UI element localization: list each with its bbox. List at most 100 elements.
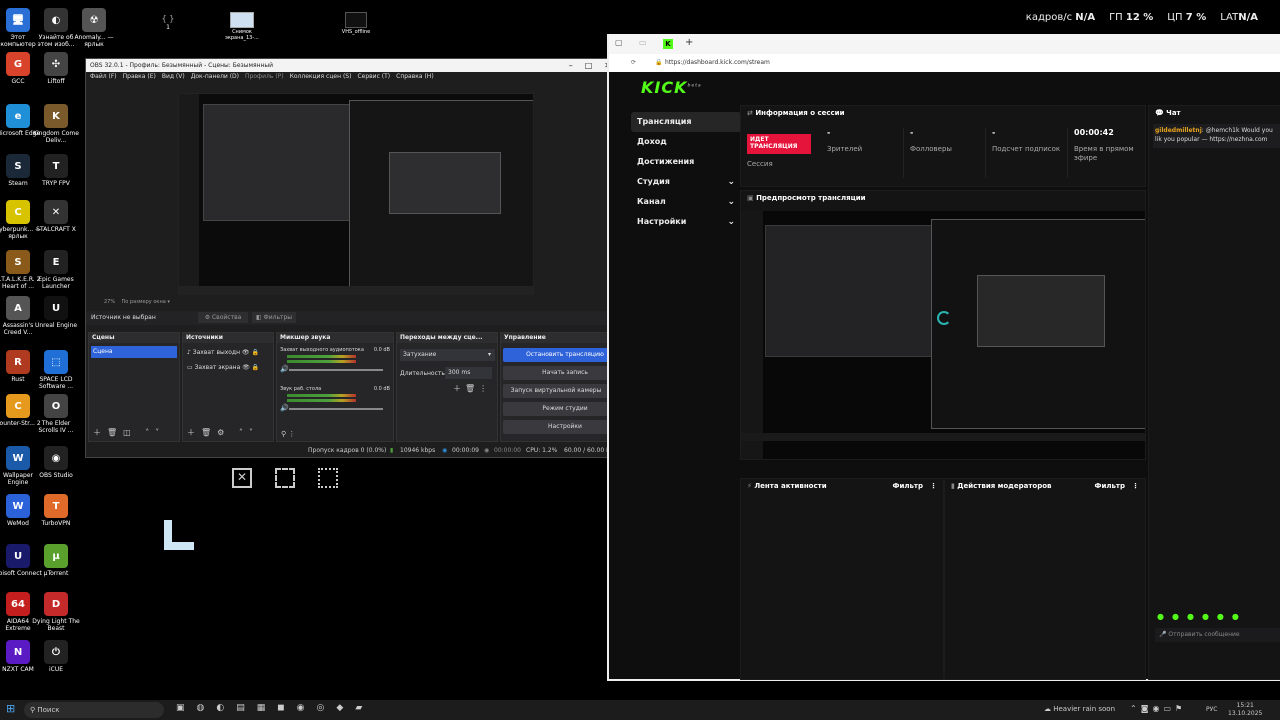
desktop-icon[interactable]: K Kingdom Come Deliv... bbox=[32, 104, 80, 144]
weather-widget[interactable]: ☁ Heavier rain soon bbox=[1044, 705, 1115, 713]
desktop-icon[interactable]: ⏻ iCUE bbox=[32, 640, 80, 673]
desktop-icon[interactable]: µ µTorrent bbox=[32, 544, 80, 577]
menu-docks[interactable]: Док-панели (D) bbox=[191, 72, 239, 82]
mixer-settings-icon[interactable]: ⚲ ⋮ bbox=[281, 430, 295, 438]
activity-filter-button[interactable]: Фильтр bbox=[893, 479, 923, 493]
menu-profile[interactable]: Профиль (P) bbox=[245, 72, 284, 82]
tray-icons[interactable]: ⌃◙◉▭⚑ bbox=[1130, 704, 1186, 713]
rec-time: 00:00:00 bbox=[494, 447, 521, 454]
sidebar-item[interactable]: Трансляция bbox=[631, 112, 741, 132]
duration-input[interactable]: 300 ms bbox=[445, 367, 492, 379]
sidebar-item[interactable]: Доход bbox=[631, 132, 741, 152]
start-icon[interactable]: ⊞ bbox=[6, 702, 15, 715]
desktop-top-icon-1[interactable]: { } 1 bbox=[160, 14, 176, 31]
tab-actions-icon[interactable]: ▢ bbox=[615, 38, 623, 47]
menu-help[interactable]: Справка (H) bbox=[396, 72, 434, 82]
chat-header: 💬 Чат bbox=[1155, 109, 1181, 117]
sidebar-item[interactable]: Настройки ⌄ bbox=[631, 212, 741, 232]
source-toolbar-icons[interactable]: ＋🗑⚙ ˄˅ bbox=[187, 427, 259, 438]
session-label: Сессия bbox=[747, 160, 773, 168]
desktop-icon[interactable]: T TurboVPN bbox=[32, 494, 80, 527]
cpu-readout: ЦП 7 % bbox=[1167, 12, 1207, 23]
desktop-icon[interactable]: O The Elder Scrolls IV ... bbox=[32, 394, 80, 434]
sidebar-item[interactable]: Канал ⌄ bbox=[631, 192, 741, 212]
preview-desktop-strip bbox=[179, 94, 199, 294]
zoom-bar[interactable]: 27% По размеру окна ▾ bbox=[104, 299, 170, 305]
sidebar-item[interactable]: Достижения bbox=[631, 152, 741, 172]
scenes-dock: Сцены Сцена ＋🗑◫ ˄˅ bbox=[88, 332, 180, 442]
start-virtual-camera-button[interactable]: Запуск виртуальной камеры bbox=[503, 384, 609, 398]
volume-icon[interactable]: 🔊 bbox=[280, 365, 289, 373]
live-time: 00:00:09 bbox=[452, 447, 479, 454]
menu-scene-collection[interactable]: Коллекция сцен (S) bbox=[290, 72, 352, 82]
more-icon[interactable]: ⋮ bbox=[1132, 479, 1139, 493]
app-icon: G bbox=[6, 52, 30, 76]
properties-button[interactable]: ⚙ Свойства bbox=[198, 312, 248, 323]
language-indicator[interactable]: РУС bbox=[1206, 706, 1217, 713]
volume-icon[interactable]: 🔊 bbox=[280, 404, 289, 412]
session-info-panel: ⇄ Информация о сессии ИДЕТ ТРАНСЛЯЦИЯ Се… bbox=[740, 105, 1146, 187]
browser-tabbar: ▢ ▭ K + bbox=[609, 34, 1280, 54]
reload-icon[interactable]: ⟳ bbox=[631, 54, 636, 72]
chat-input[interactable]: 🎤 Отправить сообщение bbox=[1155, 628, 1280, 642]
transition-toolbar-icons[interactable]: ＋🗑⋮ bbox=[453, 383, 491, 394]
duration-label: Длительность bbox=[400, 370, 445, 377]
address-bar[interactable]: ⟳ 🔒 https://dashboard.kick.com/stream bbox=[609, 54, 1280, 72]
desktop-icon[interactable]: T TRYP FPV bbox=[32, 154, 80, 187]
focus-icon[interactable] bbox=[318, 468, 338, 488]
desktop-icon[interactable]: E Epic Games Launcher bbox=[32, 250, 80, 290]
clock[interactable]: 15:21 13.10.2025 bbox=[1228, 702, 1262, 718]
desktop-icon[interactable]: ◉ OBS Studio bbox=[32, 446, 80, 479]
scene-toolbar-icons[interactable]: ＋🗑◫ ˄˅ bbox=[93, 427, 165, 438]
app-icon: 64 bbox=[6, 592, 30, 616]
desktop-icon[interactable]: ✕ STALCRAFT X bbox=[32, 200, 80, 233]
stream-preview-header: ▣ Предпросмотр трансляции bbox=[747, 194, 866, 202]
source-item[interactable]: ♪ Захват выходн 👁 🔒 bbox=[187, 349, 259, 356]
stream-preview-video[interactable] bbox=[741, 211, 1145, 459]
taskbar: ⊞ ⚲ Поиск ▣◍◐▤▦◼◉◎◆▰ ☁ Heavier rain soon… bbox=[0, 700, 1280, 720]
preview-nested-obs bbox=[203, 104, 355, 221]
obs-window: OBS 32.0.1 - Профиль: Безымянный - Сцены… bbox=[85, 58, 630, 458]
desktop-icon[interactable]: D Dying Light The Beast bbox=[32, 592, 80, 632]
taskbar-search[interactable]: ⚲ Поиск bbox=[24, 702, 164, 718]
url-text[interactable]: https://dashboard.kick.com/stream bbox=[665, 54, 770, 72]
stat-value: 00:00:42 bbox=[1074, 128, 1114, 137]
mod-filter-button[interactable]: Фильтр bbox=[1095, 479, 1125, 493]
desktop-top-icon-screenshot[interactable]: Снимок экрана_13-... bbox=[222, 12, 262, 41]
session-info-header: ⇄ Информация о сессии bbox=[747, 109, 845, 117]
performance-overlay: кадров/с N/A ГП 12 % ЦП 7 % LATN/A bbox=[1026, 12, 1258, 23]
audio-meter bbox=[287, 355, 356, 358]
obs-preview[interactable] bbox=[178, 93, 534, 295]
sidebar-item-label: Трансляция bbox=[637, 117, 692, 126]
desktop-icon[interactable]: ✣ Liftoff bbox=[32, 52, 80, 85]
volume-slider[interactable] bbox=[289, 369, 383, 371]
taskbar-apps[interactable]: ▣◍◐▤▦◼◉◎◆▰ bbox=[176, 703, 374, 713]
menu-tools[interactable]: Сервис (T) bbox=[357, 72, 390, 82]
menu-edit[interactable]: Правка (E) bbox=[123, 72, 156, 82]
fullscreen-icon[interactable] bbox=[275, 468, 295, 488]
more-icon[interactable]: ⋮ bbox=[930, 479, 937, 493]
transition-select[interactable]: Затухание ▾ bbox=[400, 349, 495, 361]
source-item[interactable]: ▭ Захват экрана 👁 🔒 bbox=[187, 364, 259, 371]
kick-logo[interactable]: KICKbeta bbox=[641, 78, 702, 97]
activity-feed-header: ⚡ Лента активности Фильтр ⋮ bbox=[741, 479, 943, 493]
volume-slider[interactable] bbox=[289, 408, 383, 410]
app-icon: R bbox=[6, 350, 30, 374]
menu-view[interactable]: Вид (V) bbox=[162, 72, 185, 82]
filters-button[interactable]: ◧ Фильтры bbox=[252, 312, 296, 323]
desktop-icon[interactable]: ⬚ SPACE LCD Software ... bbox=[32, 350, 80, 390]
new-tab-icon[interactable]: + bbox=[685, 37, 693, 48]
kick-tab-icon[interactable]: K bbox=[663, 39, 673, 49]
chat-emote-bar[interactable]: ●●●●●● bbox=[1157, 612, 1247, 621]
close-box-icon[interactable]: ✕ bbox=[232, 468, 252, 488]
desktop-top-icon-vhs[interactable]: VHS_offline bbox=[336, 12, 376, 35]
scene-item[interactable]: Сцена bbox=[91, 346, 177, 358]
sidebar-item[interactable]: Студия ⌄ bbox=[631, 172, 741, 192]
desktop-icon[interactable]: ☢ Anomaly... — ярлык bbox=[70, 8, 118, 48]
obs-menubar: Файл (F) Правка (E) Вид (V) Док-панели (… bbox=[86, 72, 629, 82]
obs-titlebar[interactable]: OBS 32.0.1 - Профиль: Безымянный - Сцены… bbox=[86, 59, 629, 72]
desktop-icon[interactable]: U Unreal Engine bbox=[32, 296, 80, 329]
menu-file[interactable]: Файл (F) bbox=[90, 72, 117, 82]
latency-readout: LATN/A bbox=[1220, 12, 1258, 23]
tab-icon[interactable]: ▭ bbox=[639, 38, 647, 47]
